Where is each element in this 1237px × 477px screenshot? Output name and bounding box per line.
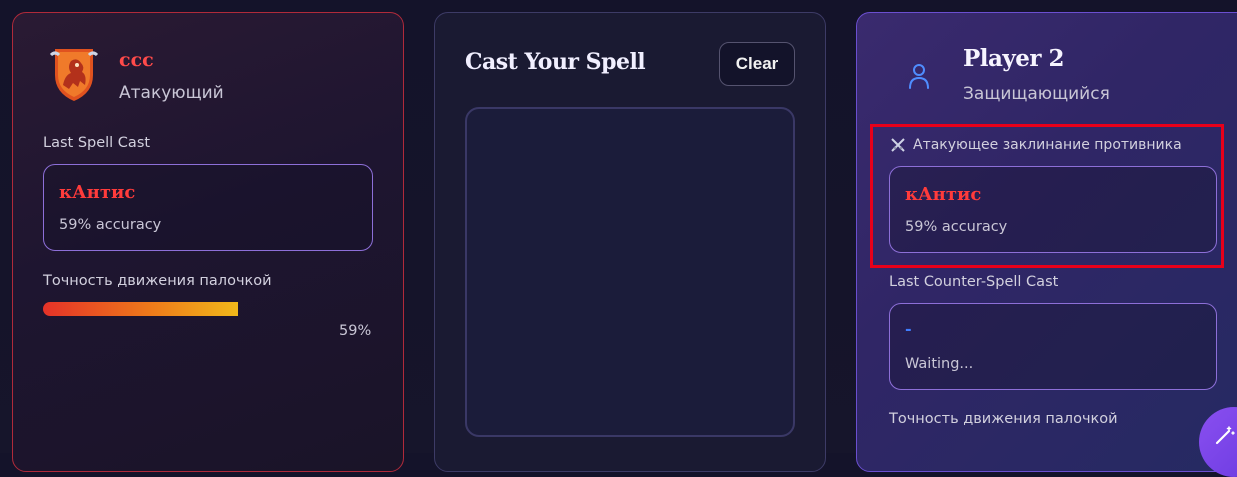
last-spell-box: кАнтис 59% accuracy (43, 164, 373, 251)
cast-spell-card: Cast Your Spell Clear (434, 12, 826, 472)
wand-accuracy-label: Точность движения палочкой (43, 273, 272, 289)
attacker-card: ccc Атакующий Last Spell Cast кАнтис 59%… (12, 12, 404, 472)
counter-spell-box: - Waiting... (889, 303, 1217, 390)
cast-spell-title: Cast Your Spell (465, 49, 646, 75)
attacker-role: Атакующий (119, 83, 224, 103)
opponent-spell-label: Атакующее заклинание противника (913, 137, 1182, 153)
opponent-spell-accuracy: 59% accuracy (905, 219, 1008, 235)
user-icon (909, 64, 929, 89)
wand-accuracy-fill (43, 302, 238, 316)
defender-name: Player 2 (963, 45, 1065, 72)
defender-role: Защищающийся (963, 84, 1110, 104)
last-spell-accuracy: 59% accuracy (59, 217, 162, 233)
lion-crest-icon (49, 49, 99, 101)
counter-spell-status: Waiting... (905, 356, 974, 372)
crossed-swords-icon (891, 138, 905, 152)
opponent-spell-name: кАнтис (905, 184, 982, 205)
opponent-spell-box: кАнтис 59% accuracy (889, 166, 1217, 253)
defender-card: Player 2 Защищающийся Атакующее заклинан… (856, 12, 1237, 472)
counter-spell-name: - (905, 319, 912, 338)
attacker-name: ccc (119, 49, 154, 71)
clear-button[interactable]: Clear (719, 42, 795, 86)
last-spell-name: кАнтис (59, 182, 136, 203)
defender-wand-accuracy-label: Точность движения палочкой (889, 411, 1118, 427)
wand-accuracy-bar (43, 302, 373, 316)
counter-spell-label: Last Counter-Spell Cast (889, 274, 1059, 290)
last-spell-label: Last Spell Cast (43, 135, 151, 151)
spell-drawing-canvas[interactable] (465, 107, 795, 437)
magic-wand-icon (1215, 426, 1235, 445)
wand-accuracy-value: 59% (339, 323, 372, 339)
opponent-spell-highlight: Атакующее заклинание противника кАнтис 5… (870, 124, 1224, 268)
